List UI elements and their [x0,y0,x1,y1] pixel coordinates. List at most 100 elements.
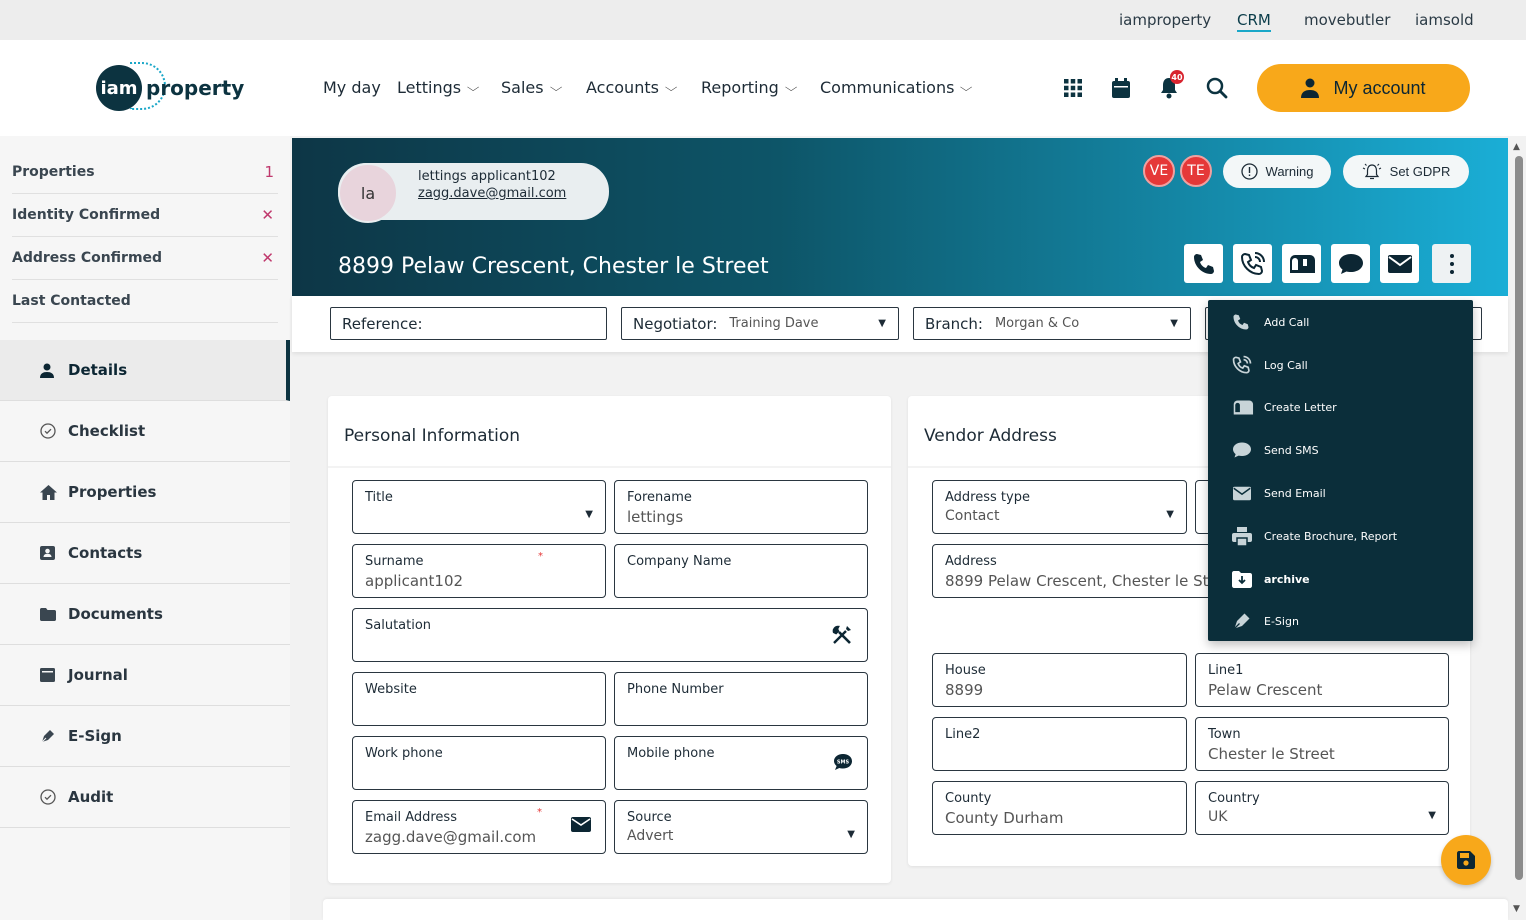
country-select[interactable]: Country UK ▼ [1195,781,1449,835]
county-field[interactable]: County County Durham [932,781,1187,835]
caret-down-icon: ▼ [1428,810,1436,821]
house-field[interactable]: House 8899 [932,653,1187,707]
chevron-down-icon: ⌵ [960,80,973,94]
mobile-phone-field[interactable]: Mobile phone SMS [614,736,868,790]
branch-select[interactable]: Branch: Morgan & Co ▼ [913,307,1191,340]
line1-field[interactable]: Line1 Pelaw Crescent [1195,653,1449,707]
reference-input[interactable]: Reference: [330,307,607,340]
field-label: Website [365,682,417,697]
menu-item-create-letter[interactable]: Create Letter [1232,395,1337,419]
town-field[interactable]: Town Chester le Street [1195,717,1449,771]
sidebar-item-checklist[interactable]: Checklist [0,401,290,462]
sidebar-item-properties[interactable]: Properties [0,462,290,523]
nav-accounts[interactable]: Accounts ⌵ [586,78,677,97]
company-name-field[interactable]: Company Name [614,544,868,598]
nav-my-day[interactable]: My day [323,78,381,97]
save-floating-button[interactable] [1441,835,1491,885]
field-label: Town [1208,727,1241,742]
menu-item-add-call[interactable]: Add Call [1232,310,1309,334]
website-field[interactable]: Website [352,672,606,726]
menu-item-log-call[interactable]: Log Call [1232,353,1308,377]
nav-communications[interactable]: Communications ⌵ [820,78,973,97]
forename-field[interactable]: Forename lettings [614,480,868,534]
work-phone-field[interactable]: Work phone [352,736,606,790]
scroll-up-arrow-icon[interactable]: ▲ [1513,142,1520,152]
search-icon[interactable] [1205,76,1229,100]
archive-folder-icon [1232,570,1254,588]
menu-item-send-sms[interactable]: Send SMS [1232,438,1319,462]
user-icon [40,363,56,378]
menu-item-send-email[interactable]: Send Email [1232,481,1326,505]
address-type-select[interactable]: Address type Contact ▼ [932,480,1187,534]
sidebar-item-label: Details [68,361,128,379]
apps-grid-icon[interactable] [1061,76,1085,100]
logo[interactable]: iam property [96,62,245,112]
field-value: County Durham [945,809,1064,827]
field-value: Advert [627,828,674,844]
set-gdpr-button[interactable]: Set GDPR [1343,155,1469,188]
calendar-icon[interactable] [1109,76,1133,100]
user-badge-te[interactable]: TE [1180,155,1212,187]
section-title: Personal Information [344,426,521,446]
nav-label: My day [323,78,381,97]
contact-name: lettings applicant102 [418,169,556,184]
sidebar-item-audit[interactable]: Audit [0,767,290,828]
my-account-button[interactable]: My account [1257,64,1470,112]
topbar-link-crm[interactable]: CRM [1237,11,1271,32]
mailbox-icon [1232,399,1254,416]
contact-email-link[interactable]: zagg.dave@gmail.com [418,186,566,201]
nav-label: Reporting [701,78,779,97]
topbar-link-movebutler[interactable]: movebutler [1304,11,1390,29]
nav-sales[interactable]: Sales ⌵ [501,78,562,97]
menu-item-label: Log Call [1264,358,1308,372]
phone-number-field[interactable]: Phone Number [614,672,868,726]
surname-field[interactable]: Surname * applicant102 [352,544,606,598]
chevron-down-icon: ⌵ [784,80,798,94]
negotiator-select[interactable]: Negotiator: Training Dave ▼ [621,307,899,340]
call-button[interactable] [1184,244,1223,283]
title-select[interactable]: Title ▼ [352,480,606,534]
sms-bubble-icon[interactable]: SMS [833,753,853,771]
menu-item-create-brochure[interactable]: Create Brochure, Report [1232,524,1397,548]
scrollbar-thumb[interactable] [1515,156,1523,880]
field-label: Line1 [1208,663,1244,678]
field-label: Work phone [365,746,443,761]
menu-item-esign[interactable]: E-Sign [1232,609,1299,633]
send-sms-button[interactable] [1331,244,1370,283]
home-icon [40,484,57,500]
my-account-label: My account [1333,77,1426,98]
send-email-button[interactable] [1380,244,1419,283]
log-call-button[interactable] [1233,244,1272,283]
email-address-field[interactable]: Email Address * zagg.dave@gmail.com [352,800,606,854]
nav-lettings[interactable]: Lettings ⌵ [397,78,480,97]
nav-reporting[interactable]: Reporting ⌵ [701,78,798,97]
line2-field[interactable]: Line2 [932,717,1187,771]
user-badge-ve[interactable]: VE [1143,155,1175,187]
sidebar-item-documents[interactable]: Documents [0,584,290,645]
summary-address-confirmed: Address Confirmed ✕ [12,237,278,280]
next-section-card [323,899,1508,920]
create-letter-button[interactable] [1282,244,1321,283]
salutation-field[interactable]: Salutation [352,608,868,662]
topbar-link-iamproperty[interactable]: iamproperty [1119,11,1211,29]
warning-button[interactable]: Warning [1223,155,1331,188]
field-label: Address type [945,490,1030,505]
pen-nib-icon [40,728,56,744]
envelope-icon[interactable] [571,817,591,832]
logo-text: property [146,76,245,100]
source-select[interactable]: Source Advert ▼ [614,800,868,854]
tools-icon[interactable] [831,624,853,646]
more-actions-button[interactable] [1432,244,1471,283]
sidebar-item-contacts[interactable]: Contacts [0,523,290,584]
topbar-link-iamsold[interactable]: iamsold [1415,11,1474,29]
sidebar-item-journal[interactable]: Journal [0,645,290,706]
field-label: Source [627,810,672,825]
sidebar-item-esign[interactable]: E-Sign [0,706,290,767]
menu-item-label: Send SMS [1264,443,1319,457]
scroll-down-arrow-icon[interactable]: ▼ [1513,904,1520,914]
svg-text:SMS: SMS [837,760,850,766]
menu-item-archive[interactable]: archive [1232,567,1310,591]
sidebar-item-details[interactable]: Details [0,340,290,401]
menu-item-label: Send Email [1264,486,1326,500]
alert-circle-icon [1240,163,1258,180]
